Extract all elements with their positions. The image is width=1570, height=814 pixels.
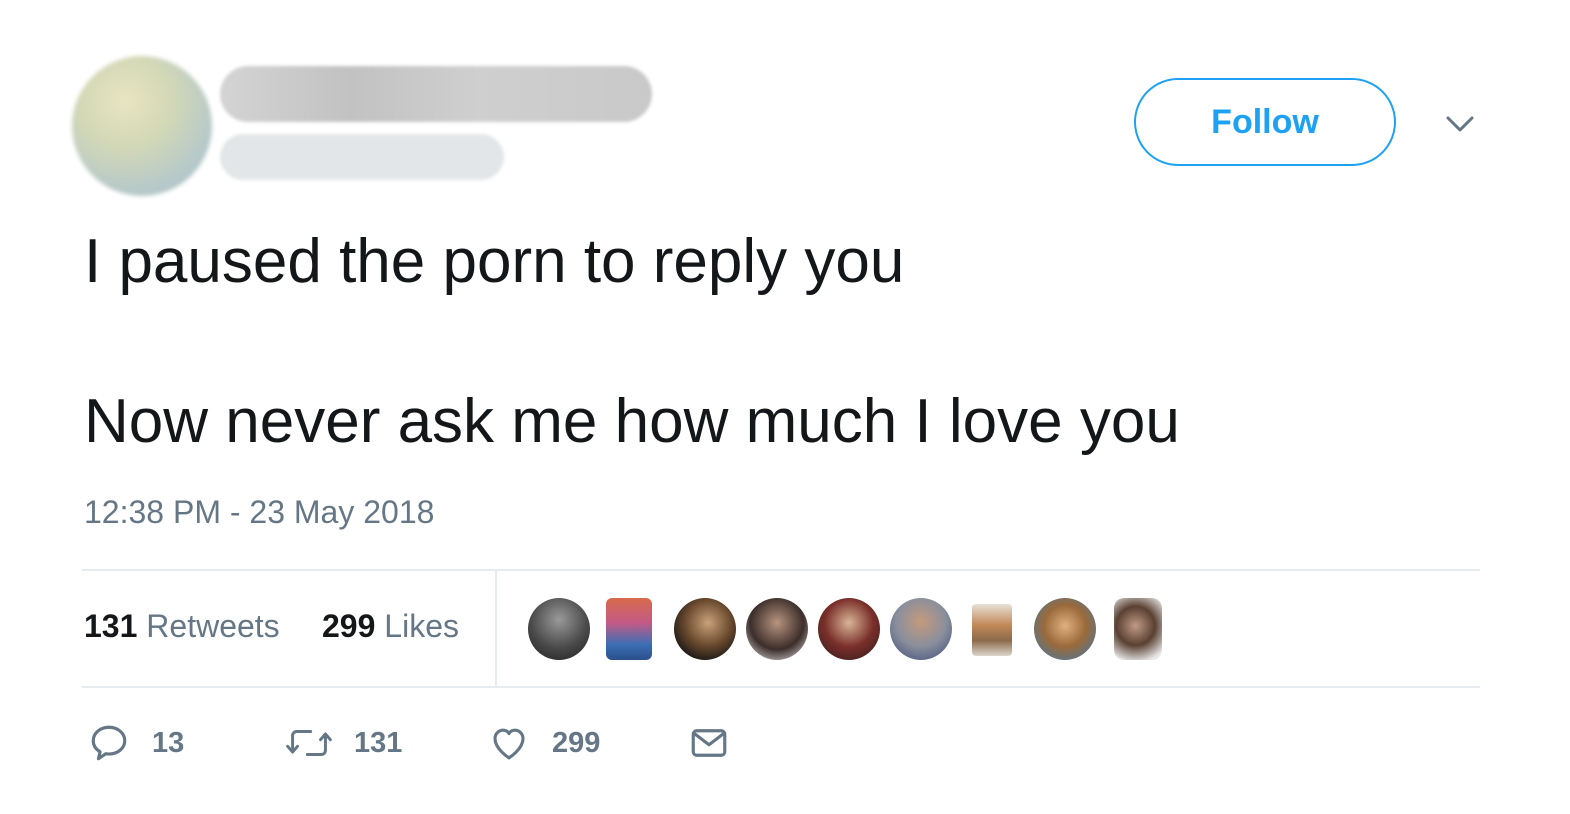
direct-message-button[interactable] — [688, 718, 730, 768]
divider — [82, 686, 1480, 688]
liker-avatar[interactable] — [890, 598, 952, 660]
retweets-stat[interactable]: 131 Retweets — [84, 608, 280, 645]
retweet-button[interactable]: 131 — [286, 718, 402, 768]
tweet-text: I paused the porn to reply you Now never… — [84, 222, 1484, 462]
divider — [495, 571, 497, 686]
divider — [82, 569, 1480, 571]
retweet-count: 131 — [354, 726, 403, 759]
username-redacted[interactable] — [220, 134, 504, 180]
like-count: 299 — [552, 726, 601, 759]
likes-stat[interactable]: 299 Likes — [322, 608, 459, 645]
tweet-text-line: I paused the porn to reply you — [84, 227, 905, 296]
likes-label: Likes — [384, 608, 459, 644]
display-name-redacted[interactable] — [220, 66, 652, 122]
liker-avatar[interactable] — [606, 598, 652, 660]
chevron-down-icon[interactable] — [1440, 108, 1480, 142]
avatar[interactable] — [72, 56, 212, 196]
liker-avatar[interactable] — [746, 598, 808, 660]
liker-avatar[interactable] — [1034, 598, 1096, 660]
retweet-icon — [286, 730, 332, 756]
liker-avatar[interactable] — [528, 598, 590, 660]
liker-avatar[interactable] — [818, 598, 880, 660]
reply-button[interactable]: 13 — [88, 718, 184, 768]
liker-avatar[interactable] — [674, 598, 736, 660]
like-button[interactable]: 299 — [488, 718, 600, 768]
tweet-timestamp[interactable]: 12:38 PM - 23 May 2018 — [84, 494, 434, 531]
retweets-label: Retweets — [146, 608, 280, 644]
envelope-icon — [691, 729, 727, 757]
likes-count: 299 — [322, 608, 376, 644]
reply-count: 13 — [152, 726, 185, 759]
tweet-card: Follow I paused the porn to reply you No… — [0, 0, 1570, 814]
follow-button-label: Follow — [1211, 102, 1319, 141]
liker-avatar[interactable] — [972, 604, 1012, 656]
heart-icon — [493, 728, 525, 760]
liker-avatar[interactable] — [1114, 598, 1162, 660]
tweet-text-line: Now never ask me how much I love you — [84, 387, 1180, 456]
retweets-count: 131 — [84, 608, 138, 644]
follow-button[interactable]: Follow — [1134, 78, 1396, 166]
reply-icon — [91, 725, 127, 761]
